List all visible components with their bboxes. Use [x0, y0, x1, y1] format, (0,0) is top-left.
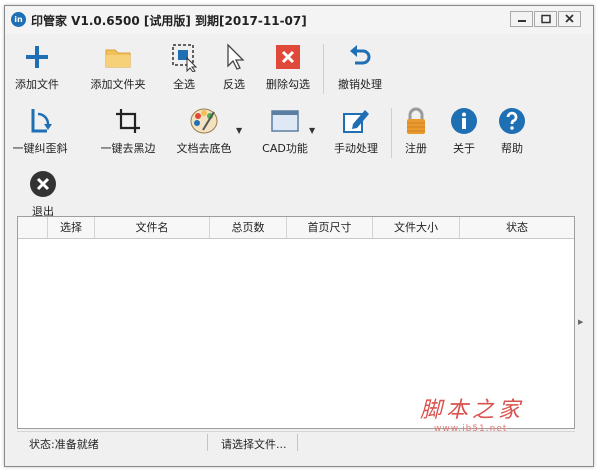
cad-window-icon: [271, 110, 299, 132]
watermark: 脚本之家 www.jb51.net: [420, 392, 524, 434]
help-icon: [499, 108, 525, 134]
remove-black-border-label: 一键去黑边: [100, 142, 156, 155]
maximize-button[interactable]: [534, 11, 557, 27]
undo-label: 撤销处理: [338, 78, 382, 91]
status-divider: [207, 434, 208, 451]
plus-icon: [26, 46, 48, 68]
status-divider: [297, 434, 298, 451]
delete-checked-button[interactable]: 删除勾选: [259, 42, 317, 92]
undo-icon: [350, 45, 371, 65]
add-folder-button[interactable]: 添加文件夹: [85, 42, 151, 92]
invert-selection-button[interactable]: 反选: [215, 42, 253, 92]
cursor-icon: [227, 43, 245, 70]
exit-icon: [30, 171, 56, 197]
close-icon: [565, 14, 574, 23]
status-ready: 状态:准备就绪: [29, 438, 99, 451]
add-file-label: 添加文件: [15, 78, 59, 91]
column-header-status[interactable]: 状态: [460, 217, 574, 238]
invert-selection-label: 反选: [223, 78, 245, 91]
help-label: 帮助: [501, 142, 523, 155]
minimize-icon: [518, 20, 526, 22]
select-all-label: 全选: [173, 78, 195, 91]
window-title: 印管家 V1.0.6500 [试用版] 到期[2017-11-07]: [31, 14, 307, 28]
register-label: 注册: [405, 142, 427, 155]
status-bar: 状态:准备就绪 请选择文件...: [17, 431, 575, 454]
info-icon: [451, 108, 477, 134]
panel-expand-arrow-icon[interactable]: ▶: [578, 318, 583, 326]
remove-background-label: 文档去底色: [176, 142, 232, 155]
minimize-button[interactable]: [510, 11, 533, 27]
maximize-icon: [541, 14, 551, 24]
undo-button[interactable]: 撤销处理: [331, 42, 389, 92]
delete-checked-label: 删除勾选: [266, 78, 310, 91]
column-header-page-count[interactable]: 总页数: [210, 217, 287, 238]
cad-function-button[interactable]: CAD功能: [253, 106, 317, 156]
add-file-button[interactable]: 添加文件: [9, 42, 65, 92]
deskew-icon: [31, 109, 52, 133]
remove-black-border-button[interactable]: 一键去黑边: [97, 106, 159, 156]
toolbar-separator: [323, 44, 324, 94]
palette-icon: [190, 108, 218, 134]
edit-icon: [343, 110, 369, 133]
cad-dropdown-icon[interactable]: ▼: [309, 126, 315, 135]
manual-process-button[interactable]: 手动处理: [327, 106, 385, 156]
lock-icon: [407, 107, 425, 134]
column-header-blank[interactable]: [18, 217, 48, 238]
status-hint: 请选择文件...: [221, 438, 287, 451]
column-header-select[interactable]: 选择: [48, 217, 95, 238]
select-all-icon: [172, 44, 198, 72]
table-header: 选择 文件名 总页数 首页尺寸 文件大小 状态: [18, 217, 574, 239]
title-bar[interactable]: in 印管家 V1.0.6500 [试用版] 到期[2017-11-07]: [5, 6, 593, 34]
remove-background-dropdown-icon[interactable]: ▼: [236, 126, 242, 135]
exit-button[interactable]: 退出: [25, 169, 61, 219]
folder-icon: [105, 49, 131, 68]
column-header-first-page-size[interactable]: 首页尺寸: [287, 217, 373, 238]
add-folder-label: 添加文件夹: [90, 78, 146, 91]
cad-function-label: CAD功能: [262, 142, 308, 155]
column-header-filename[interactable]: 文件名: [95, 217, 210, 238]
about-button[interactable]: 关于: [445, 106, 483, 156]
crop-icon: [116, 109, 140, 133]
column-header-file-size[interactable]: 文件大小: [373, 217, 460, 238]
manual-process-label: 手动处理: [334, 142, 378, 155]
auto-deskew-button[interactable]: 一键纠歪斜: [9, 106, 71, 156]
auto-deskew-label: 一键纠歪斜: [12, 142, 68, 155]
register-button[interactable]: 注册: [397, 106, 435, 156]
app-logo-icon: in: [11, 12, 26, 27]
toolbar-separator: [391, 108, 392, 158]
delete-icon: [276, 45, 300, 69]
close-window-button[interactable]: [558, 11, 581, 27]
remove-background-button[interactable]: 文档去底色: [171, 106, 237, 156]
select-all-button[interactable]: 全选: [165, 42, 203, 92]
help-button[interactable]: 帮助: [493, 106, 531, 156]
watermark-main: 脚本之家: [420, 398, 525, 423]
about-label: 关于: [453, 142, 475, 155]
